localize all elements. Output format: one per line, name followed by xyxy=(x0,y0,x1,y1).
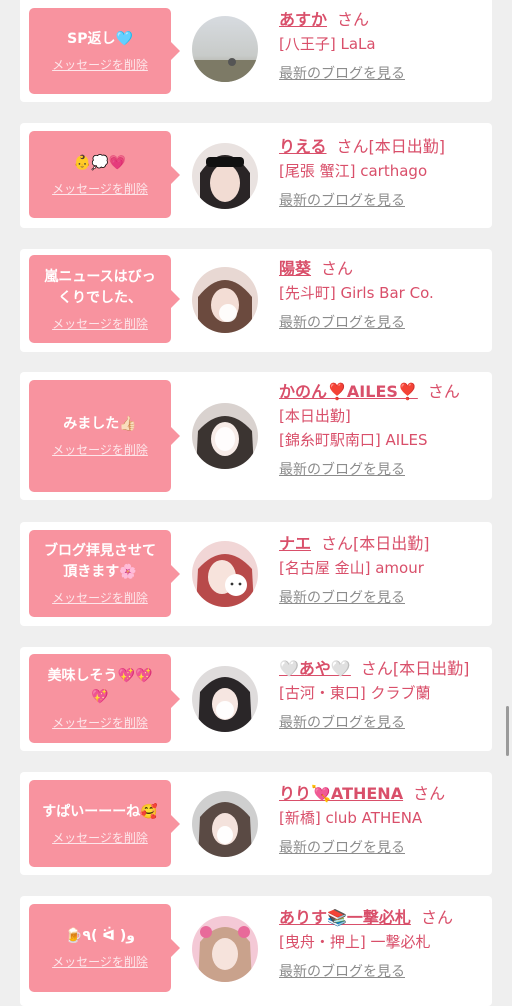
honorific: さん xyxy=(321,259,354,278)
work-status: [本日出勤] xyxy=(392,659,470,678)
cast-name-link[interactable]: りえる xyxy=(279,137,327,156)
avatar[interactable] xyxy=(192,666,258,732)
honorific: さん xyxy=(360,659,393,678)
delete-message-link[interactable]: メッセージを削除 xyxy=(52,56,148,73)
shop-location: [新橋] club ATHENA xyxy=(279,809,423,827)
message-card: 🍺٩( ᐛ )و メッセージを削除 ありす📚一撃必札 さん [曳舟・押上] 一撃必… xyxy=(20,896,492,1006)
message-bubble: みました👍🏻 メッセージを削除 xyxy=(29,380,180,492)
message-text: SP返し🩵 xyxy=(67,31,133,47)
avatar[interactable] xyxy=(192,403,258,469)
message-bubble: ブログ拝見させて 頂きます🌸 メッセージを削除 xyxy=(29,530,180,617)
message-bubble: 🍺٩( ᐛ )و メッセージを削除 xyxy=(29,904,180,992)
shop-location: [尾張 蟹江] carthago xyxy=(279,162,428,180)
message-bubble: すぱいーーーね🥰 メッセージを削除 xyxy=(29,780,180,867)
scrollbar[interactable] xyxy=(506,706,509,756)
latest-blog-link[interactable]: 最新のブログを見る xyxy=(279,836,405,860)
work-status: [本日出勤] xyxy=(368,137,446,156)
delete-message-link[interactable]: メッセージを削除 xyxy=(52,589,148,606)
profile-info: 陽葵 さん [先斗町] Girls Bar Co. 最新のブログを見る xyxy=(279,257,486,335)
message-card: 嵐ニュースはびっ くりでした、 メッセージを削除 陽葵 さん [先斗町] Girl… xyxy=(20,249,492,352)
cast-name-link[interactable]: ナエ xyxy=(279,534,311,553)
avatar[interactable] xyxy=(192,16,258,82)
cast-name-link[interactable]: あすか xyxy=(279,10,327,29)
profile-info: 🤍あや🤍 さん[本日出勤] [古河・東口] クラブ蘭 最新のブログを見る xyxy=(279,657,486,735)
avatar[interactable] xyxy=(192,791,258,857)
shop-location: [名古屋 金山] amour xyxy=(279,559,424,577)
delete-message-link[interactable]: メッセージを削除 xyxy=(52,180,148,197)
profile-info: りえる さん[本日出勤] [尾張 蟹江] carthago 最新のブログを見る xyxy=(279,135,486,213)
honorific: さん xyxy=(336,137,369,156)
message-text: 👶💭💗 xyxy=(73,154,127,171)
avatar[interactable] xyxy=(192,267,258,333)
latest-blog-link[interactable]: 最新のブログを見る xyxy=(279,62,405,86)
message-card: ブログ拝見させて 頂きます🌸 メッセージを削除 ナエ さん[本日出勤] [名古屋 … xyxy=(20,522,492,626)
message-text: 美味しそう💖💖 💖 xyxy=(47,668,153,705)
profile-info: かのん❣️AILES❣️ さん [本日出勤] [錦糸町駅南口] AILES 最新の… xyxy=(279,380,486,482)
honorific: さん xyxy=(420,908,453,927)
message-card: 美味しそう💖💖 💖 メッセージを削除 🤍あや🤍 さん[本日出勤] [古河・東口] … xyxy=(20,647,492,751)
delete-message-link[interactable]: メッセージを削除 xyxy=(52,829,148,846)
message-bubble: SP返し🩵 メッセージを削除 xyxy=(29,8,180,94)
work-status: [本日出勤] xyxy=(353,534,430,553)
cast-name-link[interactable]: 🤍あや🤍 xyxy=(279,659,351,678)
honorific: さん xyxy=(337,10,370,29)
message-card: みました👍🏻 メッセージを削除 かのん❣️AILES❣️ さん [本日出勤] [錦… xyxy=(20,372,492,500)
message-text: 嵐ニュースはびっ くりでした、 xyxy=(44,268,156,306)
cast-name-link[interactable]: 陽葵 xyxy=(279,259,311,278)
message-text: ブログ拝見させて 頂きます🌸 xyxy=(44,543,156,580)
profile-info: あすか さん [八王子] LaLa 最新のブログを見る xyxy=(279,8,486,86)
shop-location: [錦糸町駅南口] AILES xyxy=(279,431,428,449)
profile-info: ナエ さん[本日出勤] [名古屋 金山] amour 最新のブログを見る xyxy=(279,532,486,610)
message-card: すぱいーーーね🥰 メッセージを削除 りり💘ATHENA さん [新橋] club … xyxy=(20,772,492,875)
latest-blog-link[interactable]: 最新のブログを見る xyxy=(279,458,405,482)
message-text: みました👍🏻 xyxy=(63,416,137,432)
latest-blog-link[interactable]: 最新のブログを見る xyxy=(279,711,405,735)
shop-location: [八王子] LaLa xyxy=(279,35,376,53)
message-text: 🍺٩( ᐛ )و xyxy=(65,928,135,944)
work-status: [本日出勤] xyxy=(279,407,351,425)
shop-location: [曳舟・押上] 一撃必札 xyxy=(279,933,431,951)
latest-blog-link[interactable]: 最新のブログを見る xyxy=(279,311,405,335)
delete-message-link[interactable]: メッセージを削除 xyxy=(52,714,148,731)
cast-name-link[interactable]: かのん❣️AILES❣️ xyxy=(279,382,418,401)
shop-location: [古河・東口] クラブ蘭 xyxy=(279,684,431,702)
delete-message-link[interactable]: メッセージを削除 xyxy=(52,315,148,332)
delete-message-link[interactable]: メッセージを削除 xyxy=(52,441,148,458)
message-bubble: 嵐ニュースはびっ くりでした、 メッセージを削除 xyxy=(29,255,180,343)
honorific: さん xyxy=(413,784,446,803)
profile-info: りり💘ATHENA さん [新橋] club ATHENA 最新のブログを見る xyxy=(279,782,486,860)
message-card: SP返し🩵 メッセージを削除 あすか さん [八王子] LaLa 最新のブログを見… xyxy=(20,0,492,102)
message-bubble: 👶💭💗 メッセージを削除 xyxy=(29,131,180,218)
shop-location: [先斗町] Girls Bar Co. xyxy=(279,284,434,302)
latest-blog-link[interactable]: 最新のブログを見る xyxy=(279,189,405,213)
avatar[interactable] xyxy=(192,143,258,209)
avatar[interactable] xyxy=(192,541,258,607)
cast-name-link[interactable]: りり💘ATHENA xyxy=(279,784,403,803)
latest-blog-link[interactable]: 最新のブログを見る xyxy=(279,960,405,984)
honorific: さん xyxy=(321,534,354,553)
avatar[interactable] xyxy=(192,916,258,982)
honorific: さん xyxy=(427,382,460,401)
message-text: すぱいーーーね🥰 xyxy=(42,803,158,820)
cast-name-link[interactable]: ありす📚一撃必札 xyxy=(279,908,411,927)
message-card: 👶💭💗 メッセージを削除 りえる さん[本日出勤] [尾張 蟹江] carthag… xyxy=(20,123,492,228)
profile-info: ありす📚一撃必札 さん [曳舟・押上] 一撃必札 最新のブログを見る xyxy=(279,906,486,984)
message-bubble: 美味しそう💖💖 💖 メッセージを削除 xyxy=(29,654,180,743)
delete-message-link[interactable]: メッセージを削除 xyxy=(52,953,148,970)
latest-blog-link[interactable]: 最新のブログを見る xyxy=(279,586,405,610)
